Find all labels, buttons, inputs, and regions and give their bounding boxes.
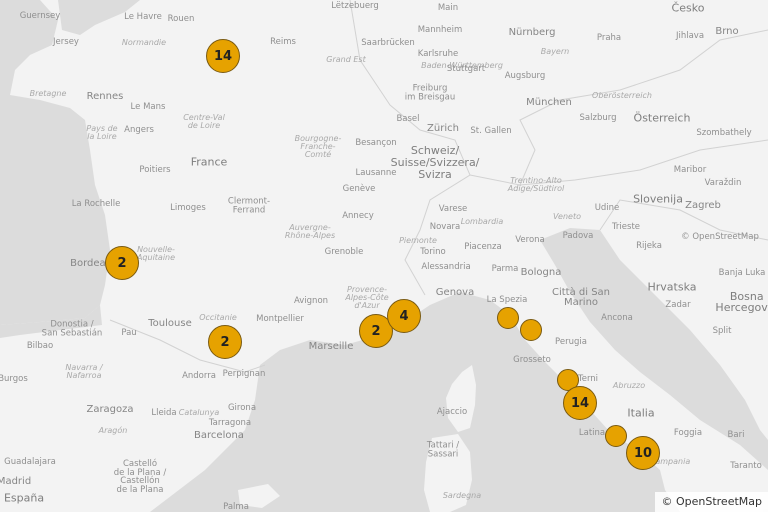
cluster-marker[interactable]: 2 [105,246,139,280]
point-marker[interactable] [520,319,542,341]
sardinia [424,434,472,512]
point-marker[interactable] [605,425,627,447]
cluster-marker[interactable]: 10 [626,436,660,470]
cluster-marker[interactable]: 2 [208,325,242,359]
cluster-marker[interactable]: 4 [387,299,421,333]
point-marker[interactable] [497,307,519,329]
attribution[interactable]: © OpenStreetMap [655,492,768,512]
cluster-marker[interactable]: 14 [563,386,597,420]
map-view[interactable]: Guernsey Jersey Le Havre Rouen Normandie… [0,0,768,512]
cluster-marker[interactable]: 14 [206,39,240,73]
